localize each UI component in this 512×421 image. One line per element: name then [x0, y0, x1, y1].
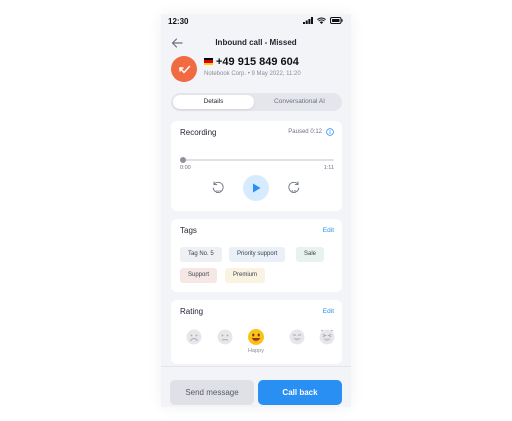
call-back-button[interactable]: Call back — [258, 380, 342, 405]
page-header: Inbound call - Missed — [161, 36, 351, 52]
tag-chip[interactable]: Priority support — [229, 247, 286, 262]
tags-edit-link[interactable]: Edit — [323, 227, 334, 234]
info-icon[interactable] — [326, 128, 334, 136]
tab-details[interactable]: Details — [173, 95, 254, 109]
tags-card: Tags Edit Tag No. 5 Priority support Sal… — [171, 219, 342, 292]
ecstatic-face-icon[interactable] — [318, 328, 336, 346]
rating-title: Rating — [180, 307, 204, 316]
rating-faces: Happy — [171, 328, 342, 358]
selected-rating-label: Happy — [248, 348, 264, 354]
tab-conversational-ai[interactable]: Conversational AI — [259, 95, 340, 109]
signal-icon — [303, 17, 313, 24]
forward-label: 10 — [291, 189, 297, 194]
recording-card: Recording Paused 0:12 0:00 1:11 10 10 — [171, 121, 342, 211]
missed-call-icon — [178, 65, 190, 73]
recording-title: Recording — [180, 128, 217, 137]
wifi-icon — [317, 17, 326, 24]
page-title: Inbound call - Missed — [215, 38, 297, 47]
very-happy-face-icon[interactable] — [288, 328, 306, 346]
tag-chip[interactable]: Support — [180, 268, 218, 283]
rewind-label: 10 — [216, 189, 222, 194]
caller-info: +49 915 849 604 Notebook Corp. • 9 May 2… — [171, 56, 346, 86]
playback-scrubber[interactable] — [180, 157, 186, 163]
recording-status: Paused 0:12 — [288, 129, 322, 135]
send-message-button[interactable]: Send message — [170, 380, 254, 405]
rating-card: Rating Edit Happy — [171, 300, 342, 364]
germany-flag-icon — [204, 58, 213, 65]
happy-face-icon[interactable] — [247, 328, 265, 346]
status-icons — [303, 17, 343, 24]
tab-bar: Details Conversational AI — [171, 93, 342, 111]
action-bar: Send message Call back — [161, 366, 351, 407]
rating-edit-link[interactable]: Edit — [323, 308, 334, 315]
tag-chip[interactable]: Premium — [225, 268, 266, 283]
time-elapsed: 0:00 — [180, 165, 191, 171]
missed-call-avatar — [171, 56, 197, 82]
playback-controls: 10 10 — [171, 175, 342, 201]
phone-screen: 12:30 Inbound call - Missed +49 915 849 … — [161, 14, 351, 407]
tag-chip[interactable]: Tag No. 5 — [180, 247, 222, 262]
status-bar: 12:30 — [161, 14, 351, 34]
playback-track[interactable] — [182, 159, 334, 161]
forward-10-icon[interactable]: 10 — [287, 180, 301, 194]
time-total: 1:11 — [323, 165, 334, 171]
tag-chip[interactable]: Sale — [296, 247, 325, 262]
caller-number: +49 915 849 604 — [216, 56, 299, 68]
very-sad-face-icon[interactable] — [185, 328, 203, 346]
play-icon — [253, 183, 261, 193]
battery-icon — [330, 17, 343, 24]
tags-title: Tags — [180, 226, 197, 235]
rewind-10-icon[interactable]: 10 — [211, 180, 225, 194]
sad-face-icon[interactable] — [216, 328, 234, 346]
caller-meta: Notebook Corp. • 9 May 2022, 11:20 — [204, 71, 301, 77]
play-button[interactable] — [243, 175, 269, 201]
status-time: 12:30 — [168, 17, 189, 26]
